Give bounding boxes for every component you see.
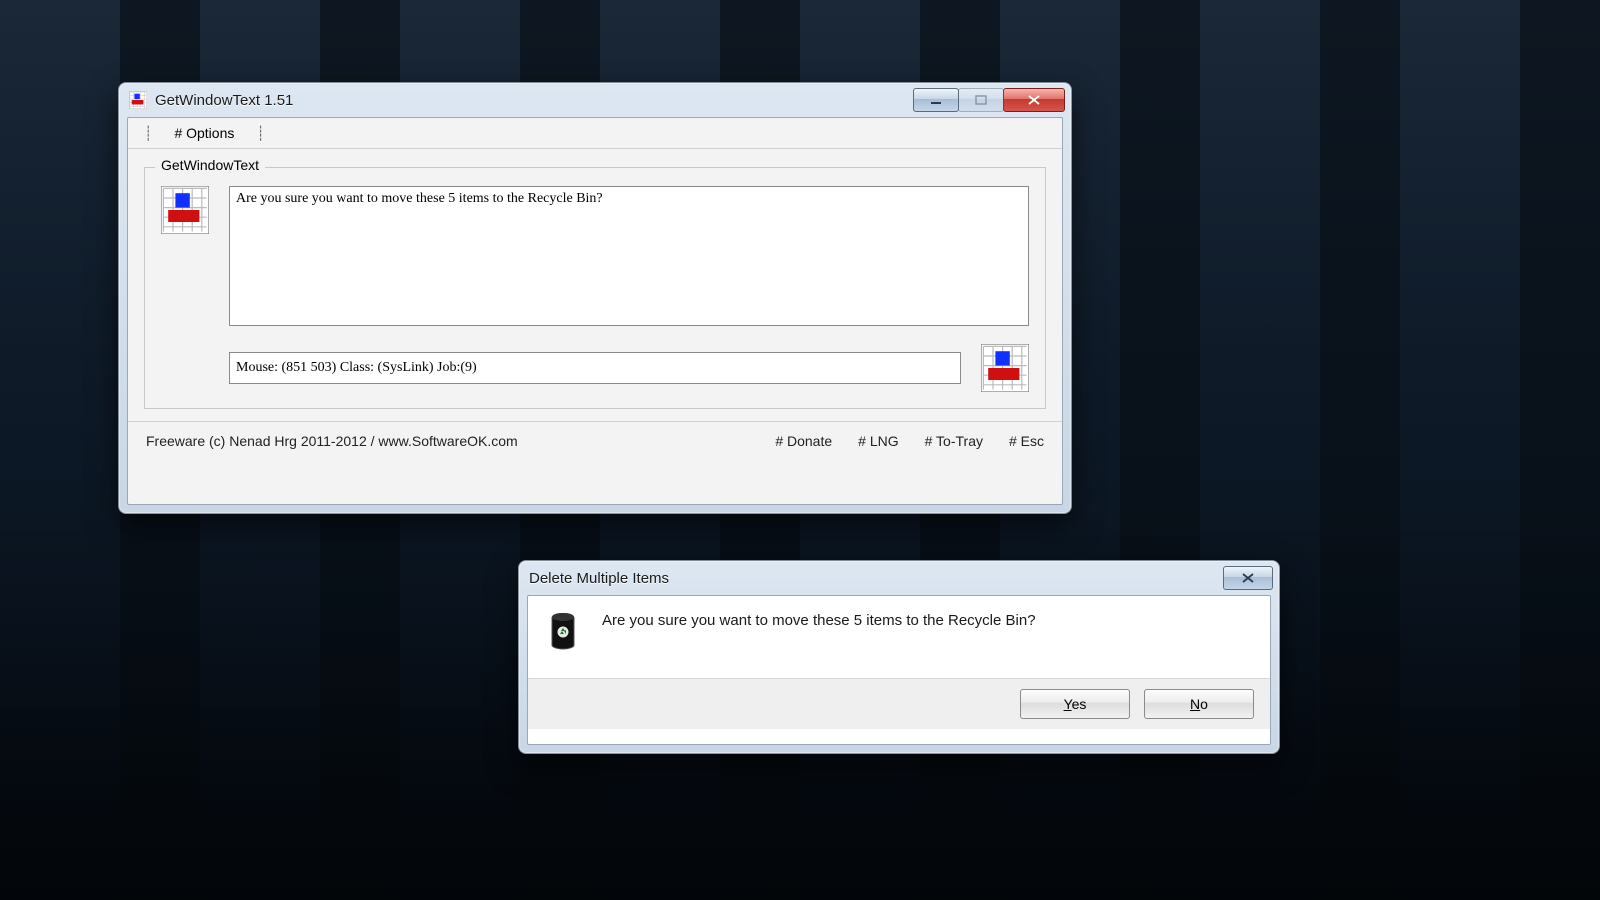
dialog-message: Are you sure you want to move these 5 it… [602, 610, 1036, 629]
esc-link[interactable]: # Esc [1009, 433, 1044, 449]
donate-link[interactable]: # Donate [775, 433, 832, 449]
menu-bar: ┊ # Options ┊ [128, 118, 1062, 149]
yes-button[interactable]: Yes [1020, 689, 1130, 719]
recycle-bin-icon [546, 610, 580, 654]
to-tray-link[interactable]: # To-Tray [925, 433, 983, 449]
close-button[interactable] [1003, 88, 1065, 112]
copyright-text: Freeware (c) Nenad Hrg 2011-2012 / www.S… [146, 433, 518, 449]
window-title: GetWindowText 1.51 [155, 92, 293, 109]
delete-dialog-window: Delete Multiple Items [518, 560, 1280, 754]
crosshair-drag-icon[interactable] [981, 344, 1029, 392]
captured-text-output[interactable] [229, 186, 1029, 326]
language-link[interactable]: # LNG [858, 433, 898, 449]
dialog-titlebar[interactable]: Delete Multiple Items [519, 561, 1279, 595]
no-button[interactable]: No [1144, 689, 1254, 719]
dialog-button-row: Yes No [528, 678, 1270, 729]
getwindowtext-group: GetWindowText [144, 167, 1046, 409]
status-line-input[interactable] [229, 352, 961, 384]
menu-separator-icon: ┊ [144, 125, 152, 142]
dialog-close-button[interactable] [1223, 566, 1273, 590]
footer-bar: Freeware (c) Nenad Hrg 2011-2012 / www.S… [128, 421, 1062, 460]
options-menu[interactable]: # Options [174, 125, 234, 141]
group-label: GetWindowText [155, 157, 265, 173]
maximize-button[interactable] [958, 88, 1004, 112]
minimize-button[interactable] [913, 88, 959, 112]
titlebar[interactable]: GetWindowText 1.51 [119, 83, 1071, 117]
menu-separator-icon: ┊ [256, 125, 264, 142]
getwindowtext-window: GetWindowText 1.51 ┊ # Options ┊ [118, 82, 1072, 514]
app-icon [129, 91, 147, 109]
app-icon-large [161, 186, 209, 234]
dialog-title: Delete Multiple Items [529, 570, 669, 587]
desktop-wallpaper: GetWindowText 1.51 ┊ # Options ┊ [0, 0, 1600, 900]
